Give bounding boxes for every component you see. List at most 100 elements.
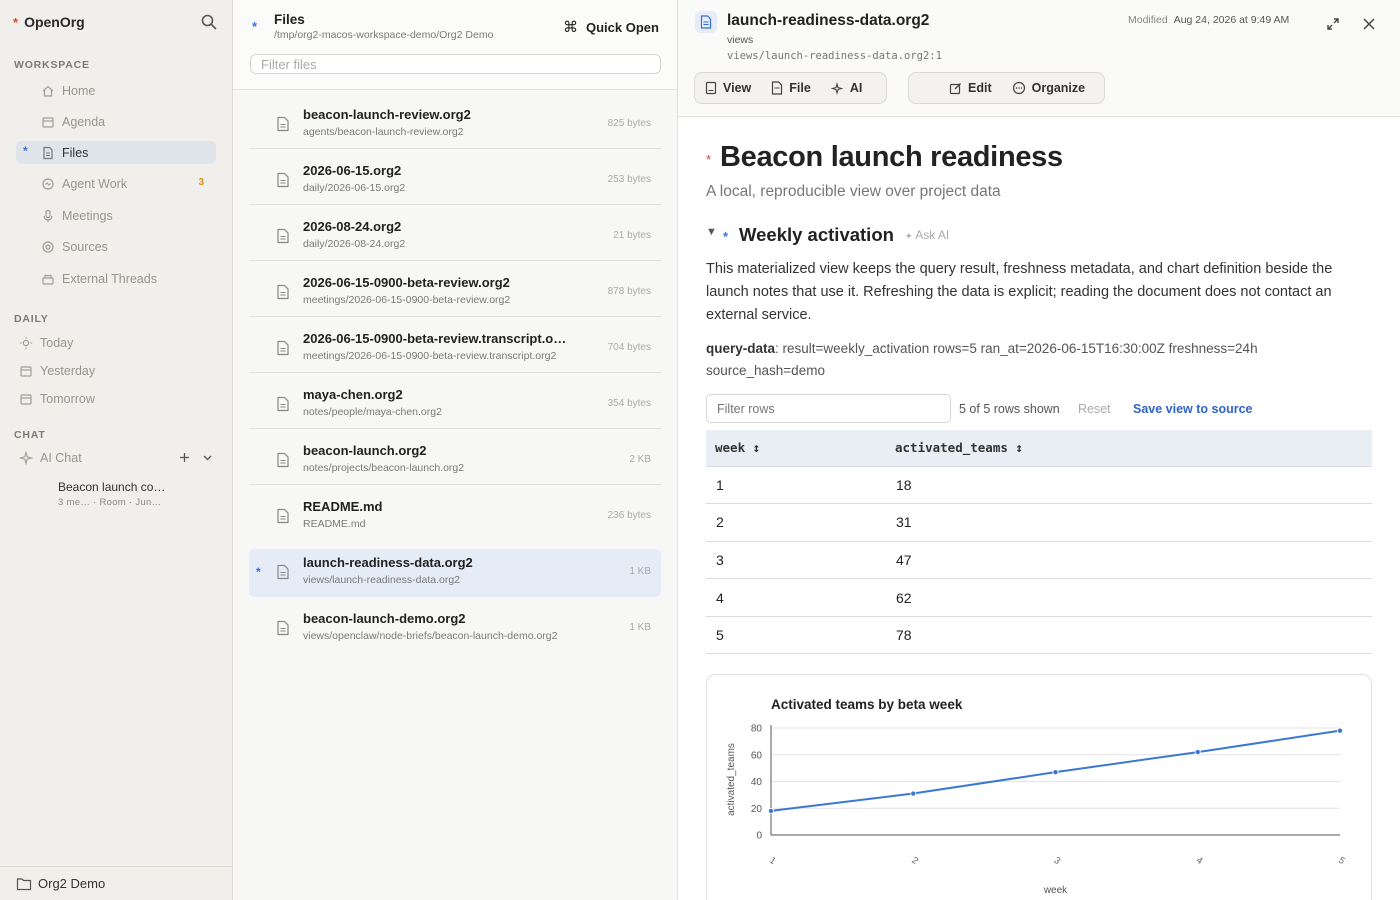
data-point [1337, 727, 1344, 734]
table-row: 1 18 [706, 466, 1372, 505]
document-icon [277, 508, 289, 524]
ask-ai-label: Ask AI [915, 228, 950, 242]
file-list-item[interactable]: beacon-launch.org2 notes/projects/beacon-… [249, 437, 661, 485]
cell-week: 1 [706, 466, 886, 505]
save-view-button[interactable]: Save view to source [1133, 402, 1253, 416]
sidebar-item-files[interactable]: * Files [16, 141, 216, 164]
sidebar-item-meetings[interactable]: Meetings [16, 204, 216, 227]
file-list-item[interactable]: beacon-launch-demo.org2 views/openclaw/no… [249, 605, 661, 653]
search-icon[interactable] [200, 13, 218, 31]
file-icon [40, 145, 56, 161]
file-path: views/openclaw/node-briefs/beacon-launch… [303, 630, 558, 642]
cell-activated-teams: 18 [886, 466, 1372, 505]
sidebar-item-label: Agenda [62, 114, 106, 129]
file-size: 825 bytes [607, 118, 651, 129]
file-list-item[interactable]: 2026-08-24.org2 daily/2026-08-24.org2 21 b… [249, 213, 661, 261]
close-icon[interactable] [1361, 16, 1377, 32]
table-row: 4 62 [706, 578, 1372, 617]
file-list-item[interactable]: maya-chen.org2 notes/people/maya-chen.org… [249, 381, 661, 429]
sparkle-icon [18, 450, 34, 466]
sidebar-item-label: Tomorrow [40, 391, 95, 406]
filter-files-input[interactable] [250, 54, 661, 74]
file-list-item[interactable]: beacon-launch-review.org2 agents/beacon-l… [249, 101, 661, 149]
file-size: 1 KB [629, 622, 651, 633]
modified-label: Modified [1128, 14, 1168, 26]
file-list-item[interactable]: 2026-06-15.org2 daily/2026-06-15.org2 253 … [249, 157, 661, 205]
x-tick-label: 1 [767, 855, 778, 867]
x-axis-label: week [1043, 885, 1068, 896]
chart-card: Activated teams by beta week 0 20 40 60 80 1 2 3… [706, 674, 1372, 900]
sidebar-item-label: Today [40, 335, 74, 350]
workspace-section-label: WORKSPACE [14, 59, 90, 71]
home-icon [40, 83, 56, 99]
cell-activated-teams: 62 [886, 578, 1372, 617]
files-star-icon: * [252, 19, 258, 34]
heading-star-icon: * [706, 152, 712, 167]
agent-icon [40, 176, 56, 192]
file-list-item[interactable]: 2026-06-15-0900-beta-review.transcript.o… [249, 325, 661, 373]
data-point [768, 807, 775, 814]
view-button[interactable]: View [695, 73, 761, 103]
ai-button[interactable]: AI [821, 73, 873, 103]
file-name: 2026-06-15-0900-beta-review.transcript.o… [303, 331, 567, 346]
column-header-week[interactable]: week ↕ [706, 430, 886, 467]
file-name: 2026-06-15.org2 [303, 163, 402, 178]
collapse-triangle-icon[interactable]: ▼ [706, 226, 717, 238]
quick-open-button[interactable]: ⌘ Quick Open [563, 18, 659, 36]
sidebar-item-external-threads[interactable]: External Threads [16, 267, 216, 290]
sidebar-item-agenda[interactable]: Agenda [16, 110, 216, 133]
workspace-footer[interactable]: Org2 Demo [0, 866, 232, 900]
x-tick-label: 3 [1052, 855, 1063, 867]
sidebar-item-home[interactable]: Home [16, 79, 216, 102]
y-tick-label: 60 [751, 750, 763, 761]
y-tick-label: 40 [751, 777, 763, 788]
reset-button[interactable]: Reset [1078, 402, 1111, 416]
view-toolbar: View File AI [694, 72, 887, 104]
data-point [1052, 769, 1059, 776]
file-name: beacon-launch.org2 [303, 443, 427, 458]
query-data-text: : result=weekly_activation rows=5 ran_at… [706, 341, 1258, 378]
expand-icon[interactable] [1325, 16, 1341, 32]
new-chat-plus-icon[interactable] [178, 451, 191, 464]
x-tick-label: 5 [1336, 855, 1347, 867]
data-point [1194, 749, 1201, 756]
daily-section-label: DAILY [14, 313, 49, 325]
sun-icon [18, 335, 34, 351]
chat-thread-title[interactable]: Beacon launch co… [58, 480, 165, 494]
edit-toolbar: Edit Organize [908, 72, 1105, 104]
y-tick-label: 20 [751, 804, 763, 815]
sidebar-item-label: Yesterday [40, 363, 96, 378]
sidebar-item-tomorrow[interactable]: Tomorrow [16, 387, 216, 410]
line-chart: Activated teams by beta week 0 20 40 60 80 1 2 3… [726, 697, 1347, 896]
file-button[interactable]: File [761, 73, 821, 103]
calendar-icon [40, 114, 56, 130]
sidebar-item-yesterday[interactable]: Yesterday [16, 359, 216, 382]
file-list-item[interactable]: 2026-06-15-0900-beta-review.org2 meetings… [249, 269, 661, 317]
document-location: views/launch-readiness-data.org2:1 [727, 50, 942, 62]
file-name: 2026-08-24.org2 [303, 219, 402, 234]
chat-thread-meta: 3 me… · Room · Jun… [58, 497, 162, 508]
file-size: 253 bytes [607, 174, 651, 185]
edit-button[interactable]: Edit [939, 73, 1002, 103]
column-header-activated-teams[interactable]: activated_teams ↕ [886, 430, 1372, 467]
chevron-down-icon[interactable] [201, 451, 214, 464]
ai-label: AI [849, 81, 863, 95]
ask-ai-button[interactable]: ✦ Ask AI [905, 228, 949, 242]
sidebar-item-sources[interactable]: Sources [16, 235, 216, 258]
filter-rows-input[interactable] [706, 394, 951, 423]
cell-week: 4 [706, 578, 886, 617]
active-star-icon: * [23, 144, 28, 158]
sidebar-item-today[interactable]: Today [16, 331, 216, 354]
file-icon [772, 81, 783, 95]
organize-button[interactable]: Organize [1002, 73, 1096, 103]
file-list-item[interactable]: * launch-readiness-data.org2 views/launch-… [249, 549, 661, 597]
file-list-item[interactable]: README.md README.md 236 bytes [249, 493, 661, 541]
modified-date: Aug 24, 2026 at 9:49 AM [1173, 14, 1290, 26]
document-subtitle: A local, reproducible view over project … [706, 183, 1001, 200]
file-size: 2 KB [629, 454, 651, 465]
table-row: 2 31 [706, 503, 1372, 542]
query-data-label: query-data [706, 341, 776, 356]
file-path: views/launch-readiness-data.org2 [303, 574, 461, 586]
file-label: File [789, 81, 811, 95]
sidebar-item-agent-work[interactable]: Agent Work 3 [16, 172, 216, 195]
